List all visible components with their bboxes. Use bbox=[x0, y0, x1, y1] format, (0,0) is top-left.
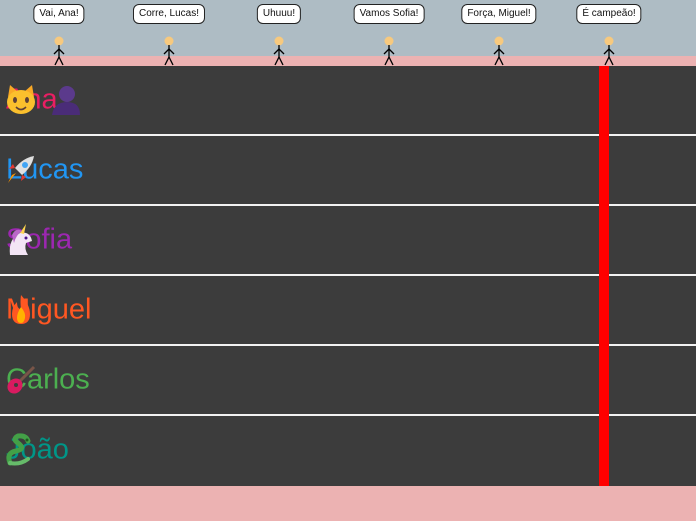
cheer-bubble: Vai, Ana! bbox=[33, 4, 85, 24]
stick-figure-icon bbox=[163, 36, 175, 66]
lane-sofia: Sofia bbox=[0, 206, 696, 276]
cheer-bubble: Corre, Lucas! bbox=[132, 4, 206, 24]
lane-miguel: Miguel bbox=[0, 276, 696, 346]
spectator: É campeão! bbox=[550, 0, 680, 66]
cat-face-icon bbox=[7, 85, 35, 114]
rocket-icon bbox=[8, 156, 34, 183]
stick-figure-icon bbox=[53, 36, 65, 66]
lane-carlos: Carlos bbox=[0, 346, 696, 416]
cheer-bubble: É campeão! bbox=[576, 4, 642, 24]
stick-figure-icon bbox=[383, 36, 395, 66]
silhouette-icon bbox=[52, 86, 80, 115]
stick-figure-icon bbox=[493, 36, 505, 66]
cheer-bubble: Vamos Sofia! bbox=[353, 4, 425, 24]
fire-icon bbox=[12, 295, 30, 324]
stick-figure-icon bbox=[603, 36, 615, 66]
ground bbox=[0, 486, 696, 521]
cheer-bubble: Força, Miguel! bbox=[461, 4, 537, 24]
lane-ana: Ana bbox=[0, 66, 696, 136]
unicorn-icon bbox=[9, 224, 32, 255]
lane-joao: João bbox=[0, 416, 696, 484]
race-track: Ana Lucas Sofia bbox=[0, 66, 696, 486]
guitar-icon bbox=[7, 365, 36, 394]
finish-line bbox=[599, 66, 609, 486]
stick-figure-icon bbox=[273, 36, 285, 66]
dragon-icon bbox=[6, 433, 31, 466]
cheer-bubble: Uhuuu! bbox=[256, 4, 302, 24]
lane-lucas: Lucas bbox=[0, 136, 696, 206]
